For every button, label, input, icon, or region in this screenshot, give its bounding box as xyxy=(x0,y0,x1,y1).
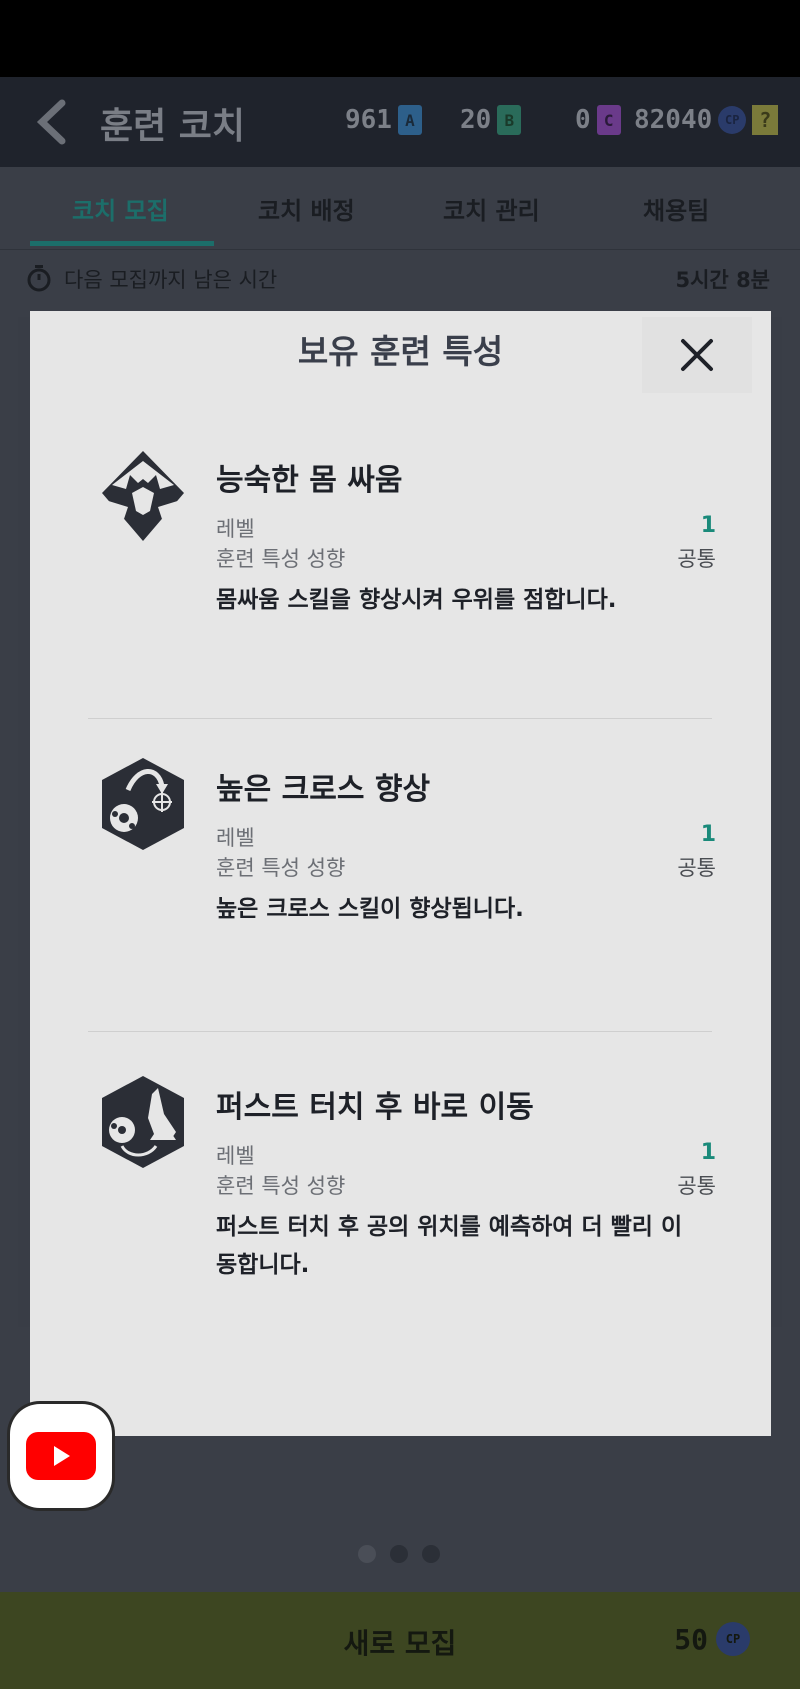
back-arrow-icon[interactable] xyxy=(32,99,72,145)
top-header: 훈련 코치 961 A 20 B 0 C 82040 CP ? xyxy=(0,77,800,167)
close-icon xyxy=(681,339,713,371)
currency-b-value: 20 xyxy=(460,105,492,135)
tab-coach-assign[interactable]: 코치 배정 xyxy=(258,191,355,226)
level-value: 1 xyxy=(700,1140,716,1165)
wrestle-icon xyxy=(102,451,184,541)
recruit-timer-row: 다음 모집까지 남은 시간 5시간 8분 xyxy=(0,249,800,305)
page-dot-3[interactable] xyxy=(422,1545,440,1563)
youtube-icon xyxy=(26,1432,96,1480)
currency-cp: 82040 CP ? xyxy=(634,105,779,135)
recruit-cost-value: 50 xyxy=(674,1622,708,1656)
tab-coach-manage[interactable]: 코치 관리 xyxy=(443,191,540,226)
divider xyxy=(88,1031,712,1032)
level-value: 1 xyxy=(700,822,716,847)
trait-type-label: 훈련 특성 성향 xyxy=(216,547,346,571)
active-tab-indicator xyxy=(30,241,214,246)
trait-description: 높은 크로스 스킬이 향상됩니다. xyxy=(216,896,524,922)
currency-a-value: 961 xyxy=(345,105,392,135)
trait-description: 몸싸움 스킬을 향상시켜 우위를 점합니다. xyxy=(216,587,617,613)
recruit-cost: 50 CP xyxy=(674,1622,750,1656)
currency-c: 0 C xyxy=(575,105,621,135)
page-dot-2[interactable] xyxy=(390,1545,408,1563)
level-value: 1 xyxy=(700,513,716,538)
trait-type-value: 공통 xyxy=(677,1174,716,1198)
trait-type-label: 훈련 특성 성향 xyxy=(216,1174,346,1198)
trait-name: 높은 크로스 향상 xyxy=(216,772,431,807)
currency-a-chip: A xyxy=(397,105,422,135)
trait-name: 능숙한 몸 싸움 xyxy=(216,463,403,498)
currency-c-chip: C xyxy=(596,105,621,135)
trait-type-value: 공통 xyxy=(677,547,716,571)
first-touch-icon xyxy=(102,1076,184,1168)
status-bar xyxy=(0,0,800,77)
level-label: 레벨 xyxy=(216,517,255,541)
trait-name: 퍼스트 터치 후 바로 이동 xyxy=(216,1090,534,1125)
close-button[interactable] xyxy=(642,317,752,393)
tab-bar: 코치 모집 코치 배정 코치 관리 채용팀 xyxy=(0,167,800,249)
level-label: 레벨 xyxy=(216,1144,255,1168)
currency-c-value: 0 xyxy=(575,105,591,135)
tab-hiring-team[interactable]: 채용팀 xyxy=(643,191,709,226)
trait-type-value: 공통 xyxy=(677,856,716,880)
currency-cp-value: 82040 xyxy=(634,105,713,135)
cp-coin-icon: CP xyxy=(716,1622,750,1656)
page-title: 훈련 코치 xyxy=(100,106,246,147)
tab-coach-recruit[interactable]: 코치 모집 xyxy=(72,191,169,226)
help-button[interactable]: ? xyxy=(752,105,779,135)
cp-coin-icon: CP xyxy=(718,106,747,134)
new-recruit-button[interactable]: 새로 모집 50 CP xyxy=(0,1592,800,1689)
page-dot-1[interactable] xyxy=(358,1545,376,1563)
divider xyxy=(88,718,712,719)
trait-type-label: 훈련 특성 성향 xyxy=(216,856,346,880)
page-indicator xyxy=(358,1545,440,1563)
trait-modal: 보유 훈련 특성 능숙한 몸 싸움 레벨 1 훈련 특성 성향 공통 몸싸움 스… xyxy=(30,311,771,1436)
trait-description: 퍼스트 터치 후 공의 위치를 예측하여 더 빨리 이동합니다. xyxy=(216,1214,683,1278)
youtube-floating-button[interactable] xyxy=(10,1404,112,1508)
high-cross-icon xyxy=(102,758,184,850)
timer-value: 5시간 8분 xyxy=(675,268,771,292)
level-label: 레벨 xyxy=(216,826,255,850)
timer-label: 다음 모집까지 남은 시간 xyxy=(64,268,278,292)
currency-b-chip: B xyxy=(497,105,522,135)
currency-a: 961 A xyxy=(345,105,422,135)
currency-b: 20 B xyxy=(460,105,522,135)
stopwatch-icon xyxy=(27,265,51,292)
